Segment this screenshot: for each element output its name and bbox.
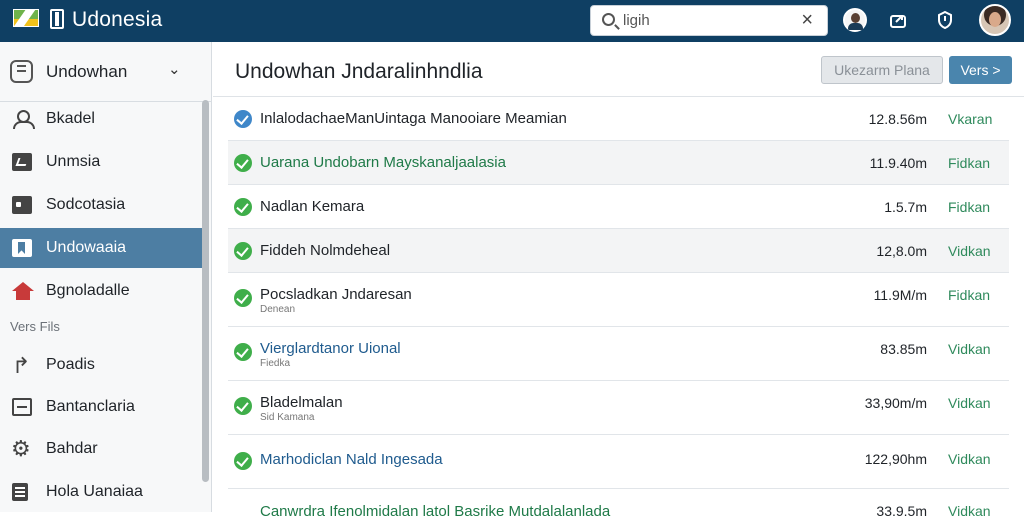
item-subtitle: Fiedka [260, 358, 291, 369]
list-item[interactable]: Pocsladkan Jndaresan Denean 11.9M/m Fidk… [228, 273, 1009, 327]
avatar[interactable] [979, 4, 1011, 36]
share-icon[interactable] [886, 8, 910, 32]
sidebar-item-label: Poadis [46, 356, 95, 373]
item-name: Fiddeh Nolmdeheal [260, 242, 391, 259]
sidebar-scrollbar[interactable] [202, 100, 209, 482]
list-item[interactable]: Vierglardtanor Uional Fiedka 83.85m Vidk… [228, 327, 1009, 381]
user-icon[interactable] [843, 8, 867, 32]
check-circle-icon [234, 198, 252, 216]
item-name: InlalodachaeManUintaga Manooiare Meamian [260, 110, 567, 127]
sidebar-section-label: Vers Fils [10, 319, 60, 334]
sidebar-item-bantanclaria[interactable]: Bantanclaria [0, 387, 203, 427]
sidebar-header[interactable]: Undowhan ⌄ [0, 42, 212, 102]
minus-box-icon [12, 398, 32, 416]
item-size: 33.9.5m [876, 503, 927, 519]
card-icon [12, 196, 32, 214]
sidebar-item-label: Sodcotasia [46, 196, 126, 213]
item-action-link[interactable]: Vidkan [948, 451, 991, 467]
chart-icon [12, 153, 32, 171]
sidebar-item-label: Bantanclaria [46, 398, 135, 415]
list-item[interactable]: Uarana Undobarn Mayskanaljaalasia 11.9.4… [228, 141, 1009, 185]
close-icon[interactable]: × [801, 9, 813, 32]
document-icon [12, 483, 28, 501]
page-title: Undowhan Jndaralinhndlia [235, 60, 483, 83]
item-size: 11.9M/m [873, 287, 927, 303]
item-size: 122,90hm [864, 451, 927, 467]
check-circle-icon [234, 452, 252, 470]
list-item[interactable]: Nadlan Kemara 1.5.7m Fidkan [228, 185, 1009, 229]
check-circle-icon [234, 397, 252, 415]
home-icon [12, 282, 34, 300]
item-action-link[interactable]: Fidkan [948, 287, 990, 303]
check-circle-icon [234, 242, 252, 260]
item-action-link[interactable]: Fidkan [948, 155, 990, 171]
top-bar: Udonesia ligih × [0, 0, 1024, 42]
sidebar-item-label: Hola Uanaiaa [46, 483, 143, 500]
item-name: Uarana Undobarn Mayskanaljaalasia [260, 154, 506, 171]
item-name: Marhodiclan Nald Ingesada [260, 451, 443, 468]
item-subtitle: Denean [260, 304, 296, 315]
item-action-link[interactable]: Vidkan [948, 395, 991, 411]
item-name: Nadlan Kemara [260, 198, 365, 215]
check-circle-icon [234, 289, 252, 307]
item-action-link[interactable]: Vkaran [948, 111, 992, 127]
item-size: 11.9.40m [869, 155, 927, 171]
item-size: 12.8.56m [868, 111, 927, 127]
search-box[interactable]: ligih × [590, 5, 828, 36]
item-size: 12,8.0m [876, 243, 927, 259]
list-item[interactable]: InlalodachaeManUintaga Manooiare Meamian… [228, 97, 1009, 141]
sidebar-item-label: Bahdar [46, 440, 98, 457]
item-name: Bladelmalan [260, 394, 343, 411]
sidebar-item-hola-uanaiaa[interactable]: Hola Uanaiaa [0, 472, 203, 512]
item-size: 83.85m [880, 341, 927, 357]
item-subtitle: Sid Kamana [260, 412, 315, 423]
list-item[interactable]: Fiddeh Nolmdeheal 12,8.0m Vidkan [228, 229, 1009, 273]
sidebar: Undowhan ⌄ Bkadel Unmsia Sodcotasia Undo… [0, 42, 212, 512]
sidebar-item-label: Unmsia [46, 153, 101, 170]
sidebar-item-undowaaia[interactable]: Undowaaia [0, 228, 203, 268]
main-panel: Undowhan Jndaralinhndlia Ukezarm Plana V… [213, 42, 1024, 520]
sidebar-item-bkadel[interactable]: Bkadel [0, 99, 203, 139]
item-name: Vierglardtanor Uional [260, 340, 401, 357]
reply-icon [12, 353, 32, 379]
item-name: Pocsladkan Jndaresan [260, 286, 412, 303]
app-title: Udonesia [72, 8, 163, 31]
item-action-link[interactable]: Vidkan [948, 341, 991, 357]
bookmark-logo-icon [50, 9, 64, 29]
check-circle-icon [234, 343, 252, 361]
gear-icon [11, 436, 32, 462]
list-item[interactable]: Bladelmalan Sid Kamana 33,90m/m Vidkan [228, 381, 1009, 435]
sidebar-item-sodcotasia[interactable]: Sodcotasia [0, 185, 203, 225]
list-item[interactable]: Canwrdra Ifenolmidalan latol Basrike Mut… [228, 489, 1009, 529]
search-input[interactable]: ligih [623, 12, 650, 29]
sidebar-item-unmsia[interactable]: Unmsia [0, 142, 203, 182]
item-action-link[interactable]: Fidkan [948, 199, 990, 215]
search-icon [602, 13, 615, 26]
sidebar-item-label: Bgnoladalle [46, 282, 130, 299]
primary-button[interactable]: Vers > [949, 56, 1012, 84]
sidebar-item-bahdar[interactable]: Bahdar [0, 429, 203, 469]
sidebar-item-label: Bkadel [46, 110, 95, 127]
app-icon [10, 60, 33, 83]
sidebar-item-label: Undowaaia [46, 239, 127, 256]
shield-icon[interactable] [933, 8, 957, 32]
item-size: 33,90m/m [864, 395, 927, 411]
secondary-button[interactable]: Ukezarm Plana [821, 56, 943, 84]
list-item[interactable]: Marhodiclan Nald Ingesada 122,90hm Vidka… [228, 435, 1009, 489]
sidebar-title: Undowhan [46, 62, 128, 81]
sidebar-item-bgnoladalle[interactable]: Bgnoladalle [0, 271, 203, 311]
check-circle-icon [234, 154, 252, 172]
item-action-link[interactable]: Vidkan [948, 503, 991, 519]
person-icon [12, 110, 35, 129]
sidebar-item-poadis[interactable]: Poadis [0, 345, 203, 385]
bookmark-icon [12, 239, 32, 257]
chevron-down-icon[interactable]: ⌄ [168, 60, 181, 78]
flag-icon [13, 9, 39, 27]
item-size: 1.5.7m [884, 199, 927, 215]
check-circle-icon [234, 110, 252, 128]
item-action-link[interactable]: Vidkan [948, 243, 991, 259]
